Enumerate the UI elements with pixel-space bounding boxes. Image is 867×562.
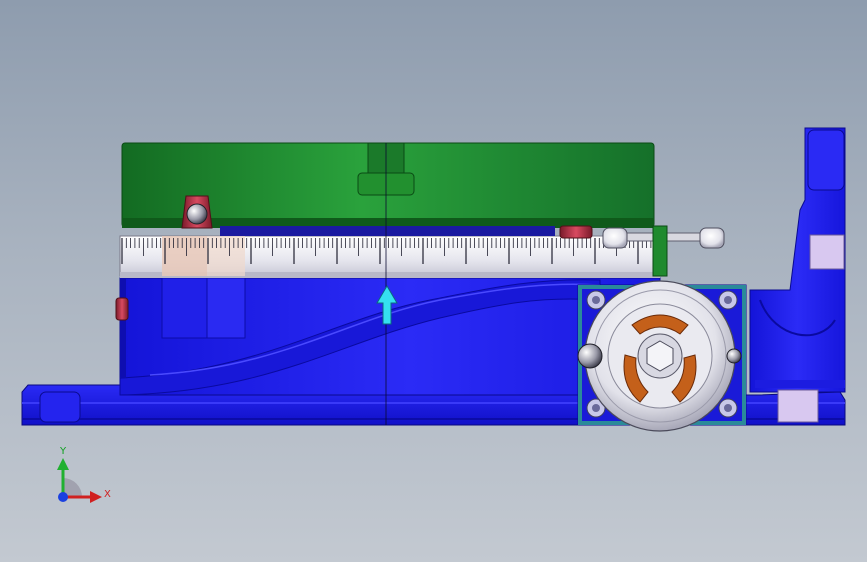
coordinate-triad-icon: Y X: [57, 446, 111, 503]
graduated-dial-ring: [119, 235, 661, 278]
rotary-table-model[interactable]: Y X: [0, 0, 867, 562]
cad-viewport[interactable]: Y X: [0, 0, 867, 562]
index-pin[interactable]: [726, 348, 742, 364]
right-table-clamp[interactable]: [559, 225, 593, 239]
handwheel-knob[interactable]: [577, 343, 603, 369]
right-support-bracket[interactable]: [749, 127, 846, 423]
left-table-clamp[interactable]: [181, 195, 213, 229]
x-axis-label: X: [104, 489, 111, 500]
y-axis-label: Y: [59, 446, 67, 457]
